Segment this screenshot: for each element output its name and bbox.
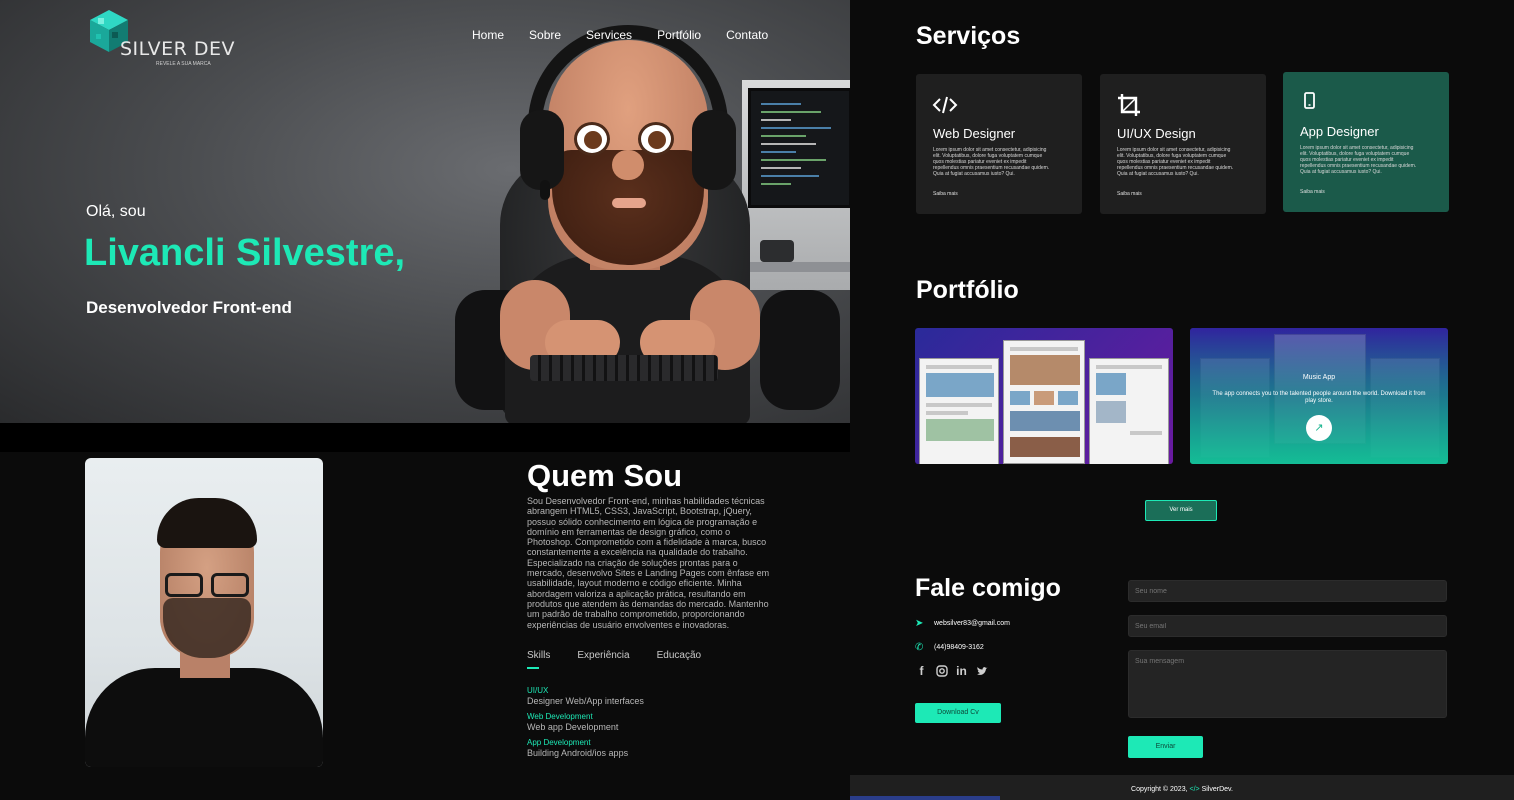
about-section: Quem Sou Sou Desenvolvedor Front-end, mi… (0, 452, 850, 800)
chair-armrest-right (760, 290, 840, 410)
skill-item: Web Development Web app Development (527, 712, 618, 732)
linkedin-icon[interactable]: in (955, 664, 968, 678)
brand-name: SILVER DEV (120, 38, 236, 60)
crop-icon (1118, 94, 1140, 116)
nav-item-portfolio[interactable]: Portfólio (657, 28, 701, 42)
message-textarea[interactable] (1128, 650, 1447, 718)
email-input[interactable] (1128, 615, 1447, 637)
contact-phone[interactable]: (44)98409-3162 (934, 644, 984, 651)
skill-detail: Building Android/ios apps (527, 748, 629, 758)
hero-role: Desenvolvedor Front-end (86, 298, 292, 317)
mobile-icon (1304, 92, 1315, 109)
tab-experiencia[interactable]: Experiência (577, 650, 629, 661)
headphone-cup-right (692, 110, 736, 190)
tab-skills[interactable]: Skills (527, 650, 550, 669)
avatar-mouth (612, 198, 646, 208)
skill-item: App Development Building Android/ios app… (527, 738, 628, 758)
contact-email[interactable]: websilver83@gmail.com (934, 620, 1010, 627)
profile-photo (85, 458, 323, 767)
send-button[interactable]: Enviar (1128, 736, 1203, 758)
service-more-link[interactable]: Saiba mais (933, 191, 958, 197)
external-link-icon[interactable]: ↗ (1306, 415, 1332, 441)
microphone-icon (540, 180, 550, 200)
footer-strip (850, 796, 1000, 800)
service-description: Lorem ipsum dolor sit amet consectetur, … (1300, 145, 1417, 175)
service-description: Lorem ipsum dolor sit amet consectetur, … (1117, 147, 1234, 177)
portfolio-item-2[interactable]: Music App The app connects you to the ta… (1190, 328, 1448, 464)
footer-brand: SilverDev. (1201, 786, 1233, 793)
skill-name: Web Development (527, 712, 593, 721)
service-title: Web Designer (933, 126, 1016, 141)
nav-item-sobre[interactable]: Sobre (529, 28, 561, 42)
about-tabs: Skills Experiência Educação (527, 650, 728, 669)
nav-item-services[interactable]: Services (586, 28, 632, 42)
instagram-icon[interactable] (935, 664, 948, 678)
skill-name: App Development (527, 738, 591, 747)
skill-detail: Web app Development (527, 722, 619, 732)
service-title: UI/UX Design (1117, 126, 1196, 141)
twitter-icon[interactable] (975, 664, 988, 678)
nav-item-contato[interactable]: Contato (726, 28, 768, 42)
service-description: Lorem ipsum dolor sit amet consectetur, … (933, 147, 1050, 177)
social-links: f in (915, 664, 988, 678)
services-title: Serviços (916, 22, 1021, 50)
hero-section: SILVER DEV REVELE A SUA MARCA Home Sobre… (0, 0, 852, 423)
about-description: Sou Desenvolvedor Front-end, minhas habi… (527, 496, 770, 630)
site-mockup (1089, 358, 1169, 464)
service-more-link[interactable]: Saiba mais (1117, 191, 1142, 197)
headphone-cup-left (520, 110, 564, 190)
hero-name: Livancli Silvestre, (84, 232, 406, 274)
skill-detail: Designer Web/App interfaces (527, 696, 644, 706)
brand-tagline: REVELE A SUA MARCA (156, 61, 211, 67)
about-title: Quem Sou (527, 458, 683, 493)
service-more-link[interactable]: Saiba mais (1300, 189, 1325, 195)
service-title: App Designer (1300, 124, 1379, 139)
portfolio-item-1[interactable] (915, 328, 1173, 464)
hero-greeting: Olá, sou (86, 203, 146, 220)
portfolio-item-title: Music App (1302, 374, 1336, 381)
background-lamp (760, 240, 794, 262)
copyright-text: Copyright © 2023, (1131, 786, 1188, 793)
keyboard-icon (530, 355, 718, 381)
see-more-button[interactable]: Ver mais (1145, 500, 1217, 521)
facebook-icon[interactable]: f (915, 664, 928, 678)
main-nav: Home Sobre Services Portfólio Contato (472, 28, 793, 42)
skill-name: UI/UX (527, 686, 549, 695)
name-input[interactable] (1128, 580, 1447, 602)
skill-item: UI/UX Designer Web/App interfaces (527, 686, 644, 706)
contact-phone-row: ✆ (44)98409-3162 (915, 642, 984, 653)
contact-email-row: ➤ websilver83@gmail.com (915, 618, 1010, 629)
portfolio-item-description: The app connects you to the talented peo… (1212, 391, 1426, 404)
service-card-app[interactable]: App Designer Lorem ipsum dolor sit amet … (1283, 72, 1449, 212)
tab-educacao[interactable]: Educação (657, 650, 701, 661)
right-panel: Serviços Web Designer Lorem ipsum dolor … (850, 0, 1514, 800)
site-mockup (919, 358, 999, 464)
contact-title: Fale comigo (915, 574, 1061, 602)
nav-item-home[interactable]: Home (472, 28, 504, 42)
background-monitor (748, 88, 852, 208)
portfolio-title: Portfólio (916, 276, 1019, 304)
service-card-uiux[interactable]: UI/UX Design Lorem ipsum dolor sit amet … (1100, 74, 1266, 214)
avatar-nose (612, 150, 644, 180)
code-icon: </> (1189, 786, 1200, 793)
download-cv-button[interactable]: Download Cv (915, 703, 1001, 723)
code-icon (932, 96, 958, 114)
paper-plane-icon: ➤ (915, 618, 924, 629)
service-card-web[interactable]: Web Designer Lorem ipsum dolor sit amet … (916, 74, 1082, 214)
site-mockup (1003, 340, 1085, 464)
phone-icon: ✆ (915, 642, 924, 653)
brand-logo[interactable]: SILVER DEV REVELE A SUA MARCA (86, 8, 235, 67)
